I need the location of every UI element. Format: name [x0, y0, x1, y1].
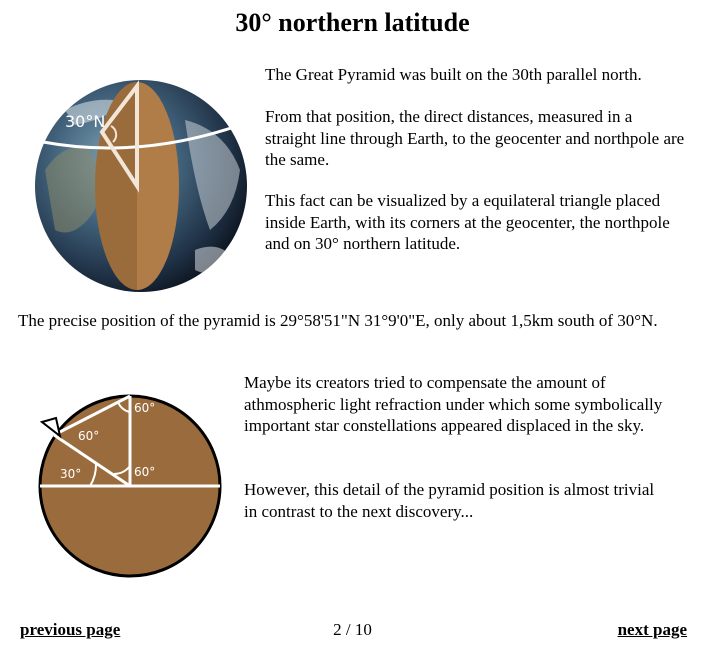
angle-latitude-label: 30° — [60, 467, 81, 481]
next-page-link[interactable]: next page — [618, 620, 687, 640]
precise-position-paragraph: The precise position of the pyramid is 2… — [18, 311, 658, 330]
globe-illustration: 30°N — [35, 80, 247, 292]
angle-center-label: 60° — [134, 465, 155, 479]
angle-left-label: 60° — [78, 429, 99, 443]
intro-paragraph: The Great Pyramid was built on the 30th … — [265, 65, 642, 84]
distance-paragraph: From that position, the direct distances… — [265, 107, 685, 169]
angle-top-label: 60° — [134, 401, 155, 415]
conclusion-paragraph: However, this detail of the pyramid posi… — [244, 480, 655, 521]
page-counter: 2 / 10 — [333, 620, 372, 639]
cross-section-diagram: 60° 60° 30° 60° — [38, 394, 222, 578]
triangle-paragraph: This fact can be visualized by a equilat… — [265, 191, 670, 253]
globe-latitude-label: 30°N — [65, 112, 105, 131]
refraction-paragraph: Maybe its creators tried to compensate t… — [244, 373, 663, 435]
page-title: 30° northern latitude — [235, 8, 470, 37]
pyramid-marker — [39, 416, 62, 439]
